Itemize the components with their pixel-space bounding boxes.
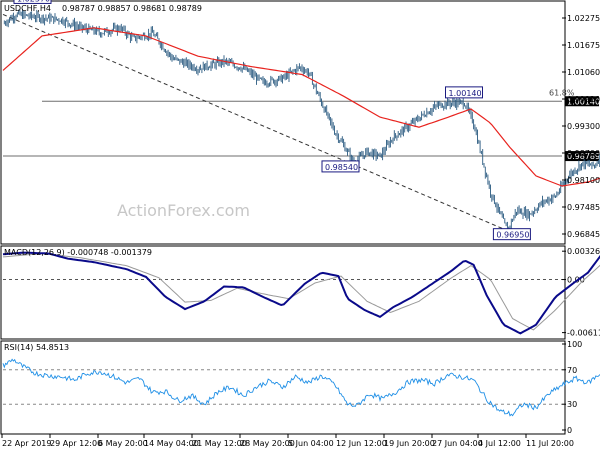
rsi-tick-label: 0 xyxy=(567,426,572,435)
rsi-line xyxy=(2,358,600,417)
forex-chart: ActionForex.com 1.001400.9878961.8% 1.02… xyxy=(0,0,600,448)
time-tick-label: 6 May 20:00 xyxy=(98,439,148,448)
rsi-tick-label: 30 xyxy=(567,400,577,409)
time-axis: 22 Apr 201929 Apr 12:006 May 20:0014 May… xyxy=(1,434,574,448)
sma-line xyxy=(2,27,600,187)
macd-signal-line xyxy=(2,252,600,331)
time-tick-label: 11 Jul 20:00 xyxy=(526,439,574,448)
annotation-label: 0.98540 xyxy=(325,163,358,172)
price-tick-label: 0.99920 xyxy=(567,95,600,104)
price-tick-label: 0.98700 xyxy=(567,149,600,158)
time-tick-label: 12 Jun 12:00 xyxy=(336,439,387,448)
price-tick-label: 1.01675 xyxy=(567,41,600,50)
price-axis: 1.02275 1.01675 1.01060 0.99920 0.99300 0.987… xyxy=(562,14,600,239)
horizontal-lines: 1.001400.9878961.8% xyxy=(3,88,600,162)
rsi-tick-label: 70 xyxy=(567,366,577,375)
watermark: ActionForex.com xyxy=(117,201,250,220)
time-tick-label: 14 May 04:00 xyxy=(144,439,199,448)
annotation-label: 1.02370 xyxy=(17,0,50,3)
price-panel-border xyxy=(0,0,566,245)
macd-title: MACD(12,26,9) -0.000748 -0.001379 xyxy=(4,248,152,257)
chart-ohlc: 0.98787 0.98857 0.98681 0.98789 xyxy=(62,4,202,13)
price-tick-label: 0.99300 xyxy=(567,122,600,131)
rsi-tick-label: 100 xyxy=(567,340,582,349)
price-tick-label: 1.01060 xyxy=(567,68,600,77)
time-tick-label: 4 Jul 12:00 xyxy=(478,439,521,448)
time-tick-label: 19 Jun 20:00 xyxy=(384,439,435,448)
macd-tick-label: -0.00611 xyxy=(567,329,600,338)
time-tick-label: 28 May 20:00 xyxy=(240,439,295,448)
macd-panel: 0.0032630.00-0.00611 MACD(12,26,9) -0.00… xyxy=(0,245,600,340)
rsi-line xyxy=(2,358,600,417)
rsi-panel: 100 70 30 0 RSI(14) 54.8513 xyxy=(0,340,600,435)
price-tick-label: 0.97485 xyxy=(567,203,600,212)
rsi-title: RSI(14) 54.8513 xyxy=(4,343,69,352)
chart-symbol: USDCHF,H4 xyxy=(4,4,51,13)
price-tick-label: 1.02275 xyxy=(567,14,600,23)
macd-panel-border xyxy=(0,245,566,340)
annotation-label: 0.96950 xyxy=(496,231,529,240)
rsi-axis: 100 70 30 0 xyxy=(3,340,582,435)
moving-average xyxy=(2,27,600,187)
macd-axis: 0.0032630.00-0.00611 xyxy=(3,247,600,338)
macd-lines xyxy=(2,251,600,335)
candles xyxy=(3,9,600,235)
price-tick-label: 0.96845 xyxy=(567,230,600,239)
time-tick-label: 21 May 12:00 xyxy=(192,439,247,448)
macd-tick-label: 0.003263 xyxy=(567,247,600,256)
time-tick-label: 22 Apr 2019 xyxy=(2,439,51,448)
time-tick-label: 5 Jun 04:00 xyxy=(288,439,334,448)
macd-main-line xyxy=(2,251,600,335)
annotation-label: 1.00140 xyxy=(449,89,482,98)
time-tick-label: 27 Jun 04:00 xyxy=(432,439,483,448)
price-panel: ActionForex.com 1.001400.9878961.8% 1.02… xyxy=(0,0,600,245)
time-tick-label: 29 Apr 12:00 xyxy=(50,439,102,448)
price-tick-label: 0.98100 xyxy=(567,176,600,185)
